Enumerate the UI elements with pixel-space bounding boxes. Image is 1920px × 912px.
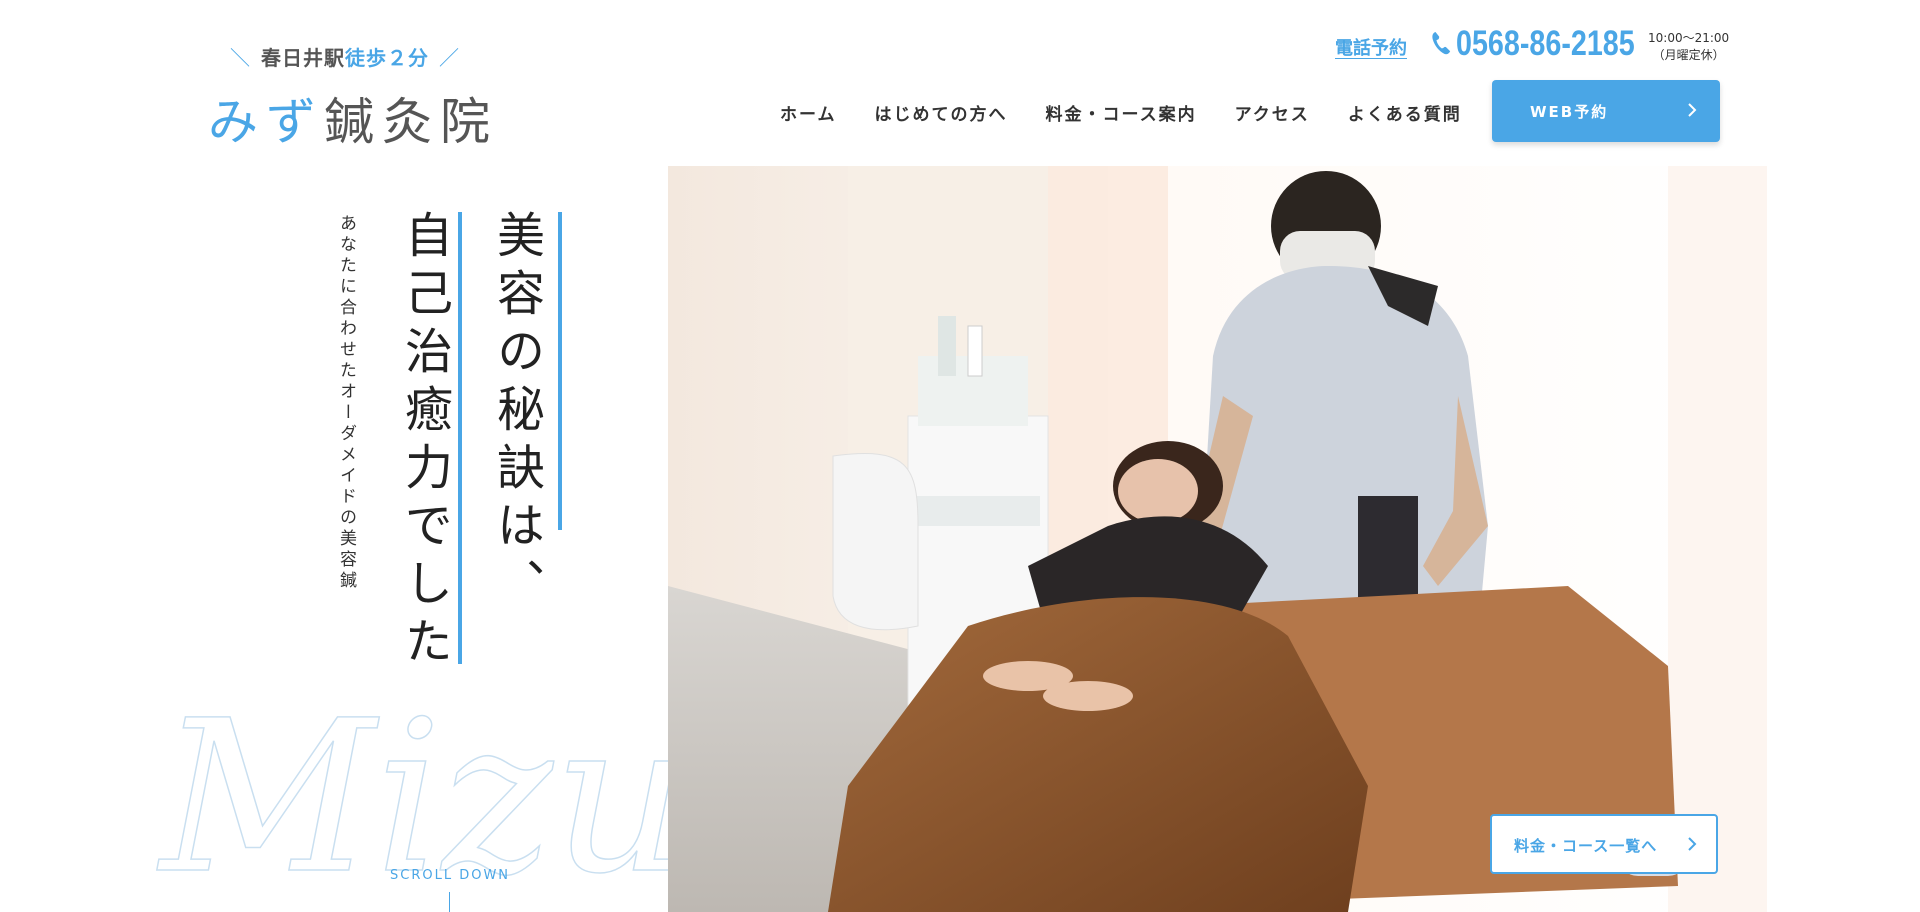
- mizu-script-text: Mizu: [156, 675, 670, 900]
- logo[interactable]: みず鍼灸院: [208, 82, 498, 154]
- scroll-down-line: [449, 892, 450, 912]
- course-list-button[interactable]: 料金・コース一覧へ: [1490, 814, 1718, 874]
- hero-headline-2: 自己治癒力でした: [396, 210, 452, 674]
- logo-text: 鍼灸院: [324, 93, 498, 151]
- station-name: 春日井駅: [261, 46, 345, 70]
- hours-time: 10:00〜21:00: [1648, 31, 1730, 45]
- headline-accent-bar: [558, 212, 562, 530]
- logo-accent: みず: [208, 93, 324, 151]
- hero-photo: [668, 166, 1767, 912]
- phone-icon: [1432, 32, 1451, 55]
- global-nav: ホーム はじめての方へ 料金・コース案内 アクセス よくある質問: [780, 100, 1462, 125]
- chevron-right-icon: [1688, 837, 1697, 851]
- hours-closed: （月曜定休）: [1652, 48, 1725, 62]
- nav-item-home[interactable]: ホーム: [780, 100, 837, 125]
- chevron-right-icon: [1688, 103, 1697, 117]
- logo-tagline: ＼ 春日井駅徒歩２分 ／: [220, 42, 470, 71]
- hero-subtext: あなたに合わせたオーダメイドの美容鍼: [336, 214, 356, 592]
- nav-item-faq[interactable]: よくある質問: [1348, 100, 1462, 125]
- nav-item-pricing[interactable]: 料金・コース案内: [1046, 100, 1197, 125]
- scroll-down-label[interactable]: SCROLL DOWN: [390, 868, 510, 883]
- nav-item-first-visit[interactable]: はじめての方へ: [875, 100, 1008, 125]
- slash-left-icon: ＼: [230, 46, 251, 70]
- walk-time: 徒歩２分: [345, 46, 429, 70]
- nav-item-access[interactable]: アクセス: [1235, 100, 1310, 125]
- web-reserve-label: WEB予約: [1530, 103, 1609, 121]
- tel-reserve-link[interactable]: 電話予約: [1335, 34, 1407, 60]
- business-hours: 10:00〜21:00 （月曜定休）: [1648, 30, 1729, 64]
- web-reserve-button[interactable]: WEB予約: [1492, 80, 1720, 142]
- slash-right-icon: ／: [439, 46, 460, 70]
- headline-accent-bar: [458, 212, 462, 664]
- hero-headline-1: 美容の秘訣は、: [488, 210, 544, 616]
- mizu-script-watermark: Mizu: [155, 674, 670, 900]
- treatment-scene-image: [668, 166, 1767, 912]
- course-list-label: 料金・コース一覧へ: [1514, 837, 1658, 855]
- tel-number[interactable]: 0568-86-2185: [1456, 24, 1635, 64]
